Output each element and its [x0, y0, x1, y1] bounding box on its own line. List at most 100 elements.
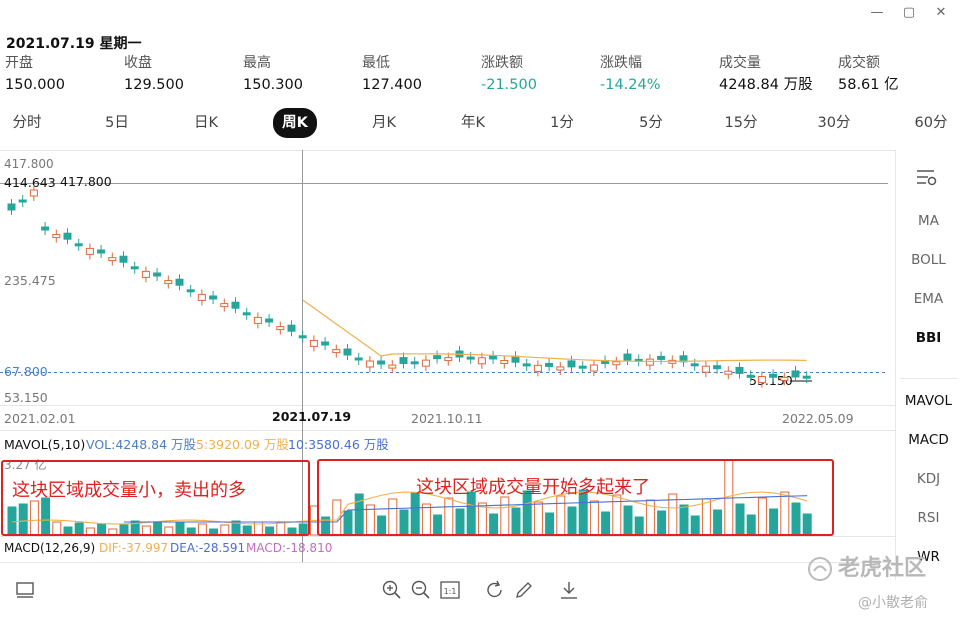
candle-body — [567, 360, 576, 368]
candle-body — [522, 363, 531, 367]
quote-value: 150.300 — [243, 77, 303, 93]
volume-bar — [220, 524, 230, 536]
chart-settings-icon[interactable] — [916, 168, 938, 188]
indicator-ma[interactable]: MA — [896, 210, 960, 232]
volume-bar — [444, 497, 454, 536]
indicator-bbi[interactable]: BBI — [896, 327, 960, 349]
macd-legend-macd: MACD:-18.810 — [246, 541, 332, 555]
candle-body — [85, 247, 94, 255]
refresh-icon[interactable] — [484, 579, 506, 601]
volume-bar — [556, 495, 566, 536]
volume-bar — [567, 506, 577, 536]
candle-body — [724, 370, 733, 375]
volume-bar — [276, 522, 286, 536]
candlestick-series — [7, 185, 811, 388]
annotation-text-low-volume: 这块区域成交量小，卖出的多 — [12, 480, 246, 501]
indicator-boll[interactable]: BOLL — [896, 249, 960, 271]
volume-bar — [265, 526, 275, 536]
candle-body — [623, 353, 632, 361]
candle-body — [164, 280, 173, 285]
macd-legend-title: MACD(12,26,9) — [4, 541, 95, 555]
close-button[interactable]: ✕ — [930, 4, 952, 22]
candle-body — [18, 199, 27, 203]
draw-pen-icon[interactable] — [513, 579, 535, 601]
candle-body — [63, 232, 72, 240]
mavol-legend-title: MAVOL(5,10) — [4, 437, 85, 452]
volume-bar — [175, 522, 185, 536]
panel-divider — [900, 378, 957, 379]
maximize-button[interactable]: ▢ — [898, 4, 920, 22]
macd-legend-dea: DEA:-28.591 — [170, 541, 245, 555]
volume-bar — [802, 513, 812, 536]
candle-body — [645, 358, 654, 366]
tab-weekly[interactable]: 周K — [273, 108, 317, 138]
candle-body — [197, 293, 206, 301]
crosshair-date: 2021.07.19 — [272, 409, 351, 424]
candle-body — [74, 243, 83, 247]
tab-daily[interactable]: 日K — [181, 108, 231, 138]
candle-body — [298, 335, 307, 339]
indicator-mavol[interactable]: MAVOL — [896, 390, 960, 412]
volume-bar — [41, 497, 51, 536]
minimize-button[interactable]: — — [866, 4, 888, 22]
candle-body — [802, 375, 811, 379]
volume-bar — [85, 527, 95, 536]
crosshair-price-right: 417.800 — [60, 174, 112, 189]
quote-low: 最低 127.400 — [362, 53, 481, 97]
quote-change-pct: 涨跌幅 -14.24% — [600, 53, 719, 97]
zoom-out-icon[interactable] — [410, 579, 432, 601]
tab-5day[interactable]: 5日 — [92, 108, 142, 138]
quote-label: 最高 — [243, 55, 271, 71]
zoom-in-icon[interactable] — [381, 579, 403, 601]
tab-1min[interactable]: 1分 — [537, 108, 587, 138]
layout-toggle-icon[interactable] — [14, 579, 36, 601]
volume-bar — [153, 521, 163, 536]
quote-label: 成交额 — [838, 55, 880, 71]
tab-5min[interactable]: 5分 — [626, 108, 676, 138]
candle-body — [545, 362, 554, 367]
candle-body — [780, 376, 789, 381]
mavol-legend-ma5: 5:3920.09 万股 — [196, 437, 289, 452]
volume-bar — [242, 525, 252, 536]
candle-body — [500, 359, 509, 364]
candle-body — [444, 357, 453, 362]
tab-yearly[interactable]: 年K — [448, 108, 498, 138]
volume-bar — [97, 523, 107, 536]
tab-intraday[interactable]: 分时 — [2, 108, 52, 138]
candle-body — [108, 257, 117, 262]
volume-bar — [780, 491, 790, 536]
download-icon[interactable] — [558, 579, 580, 601]
mavol-legend-vol: VOL:4248.84 万股 — [86, 437, 197, 452]
candle-body — [511, 355, 520, 363]
indicator-kdj[interactable]: KDJ — [896, 468, 960, 490]
indicator-macd[interactable]: MACD — [896, 429, 960, 451]
candle-body — [578, 365, 587, 369]
quote-value: 4248.84 万股 — [719, 77, 813, 93]
tab-15min[interactable]: 15分 — [715, 108, 767, 138]
candle-body — [220, 303, 229, 308]
kline-chart-svg[interactable]: 417.800 414.643 417.800 235.475 67.800 5… — [0, 150, 895, 562]
candle-body — [354, 357, 363, 361]
candle-body — [332, 349, 341, 354]
volume-bar — [29, 500, 39, 536]
quote-label: 开盘 — [5, 55, 33, 71]
indicator-ema[interactable]: EMA — [896, 288, 960, 310]
candle-body — [769, 373, 778, 378]
candle-body — [41, 226, 50, 231]
chart-toolbar: 1:1 — [0, 562, 895, 621]
watermark-user: @小散老俞 — [858, 595, 928, 611]
reset-scale-icon[interactable]: 1:1 — [439, 579, 461, 601]
candle-body — [287, 324, 296, 332]
indicator-rsi[interactable]: RSI — [896, 507, 960, 529]
candle-body — [589, 364, 598, 372]
kline-chart[interactable]: 417.800 414.643 417.800 235.475 67.800 5… — [0, 150, 895, 562]
tab-30min[interactable]: 30分 — [808, 108, 860, 138]
tab-monthly[interactable]: 月K — [359, 108, 409, 138]
volume-bar — [332, 499, 342, 536]
tab-60min[interactable]: 60分 — [905, 108, 957, 138]
quote-value: 58.61 亿 — [838, 77, 899, 93]
volume-bar — [589, 500, 599, 536]
volume-bar — [533, 501, 543, 536]
candle-body — [690, 363, 699, 367]
candle-body — [556, 366, 565, 371]
